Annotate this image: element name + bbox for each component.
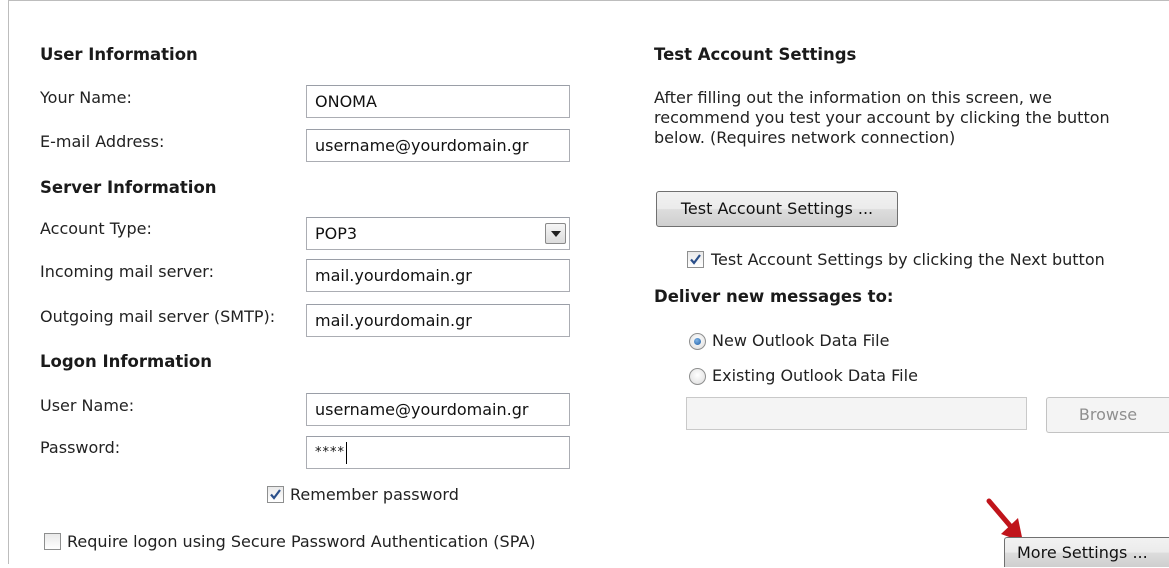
incoming-mail-server-label: Incoming mail server:: [40, 262, 214, 281]
incoming-mail-server-input[interactable]: mail.yourdomain.gr: [306, 259, 570, 292]
account-type-value: POP3: [315, 224, 358, 243]
checkmark-icon: [270, 489, 281, 500]
radio-selected-dot: [694, 338, 701, 345]
test-by-next-label: Test Account Settings by clicking the Ne…: [711, 250, 1105, 269]
logon-information-heading: Logon Information: [40, 352, 212, 371]
test-account-settings-heading: Test Account Settings: [654, 45, 857, 64]
data-file-path-input[interactable]: [686, 397, 1027, 430]
account-type-label: Account Type:: [40, 219, 152, 238]
remember-password-label: Remember password: [290, 485, 459, 504]
spa-checkbox[interactable]: [44, 533, 61, 550]
user-name-input[interactable]: username@yourdomain.gr: [306, 393, 570, 426]
existing-data-file-label: Existing Outlook Data File: [712, 366, 918, 385]
your-name-input[interactable]: ONOMA: [306, 85, 570, 118]
new-data-file-label: New Outlook Data File: [712, 331, 890, 350]
text-caret: [346, 441, 347, 464]
account-type-select[interactable]: POP3: [306, 217, 570, 250]
password-label: Password:: [40, 438, 121, 457]
your-name-label: Your Name:: [40, 88, 132, 107]
deliver-messages-heading: Deliver new messages to:: [654, 287, 894, 306]
remember-password-checkbox[interactable]: [267, 486, 284, 503]
dropdown-arrow-button[interactable]: [545, 223, 566, 244]
user-information-heading: User Information: [40, 45, 198, 64]
email-address-input[interactable]: username@yourdomain.gr: [306, 129, 570, 162]
description-line: below. (Requires network connection): [654, 128, 956, 147]
test-settings-description: After filling out the information on thi…: [654, 88, 1110, 148]
more-settings-button[interactable]: More Settings ...: [1004, 537, 1169, 567]
chevron-down-icon: [551, 231, 561, 237]
email-address-label: E-mail Address:: [40, 132, 165, 151]
checkmark-icon: [690, 254, 701, 265]
user-name-label: User Name:: [40, 396, 135, 415]
description-line: recommend you test your account by click…: [654, 108, 1110, 127]
server-information-heading: Server Information: [40, 178, 217, 197]
existing-data-file-radio[interactable]: [689, 368, 706, 385]
outgoing-mail-server-label: Outgoing mail server (SMTP):: [40, 307, 276, 326]
description-line: After filling out the information on thi…: [654, 88, 1052, 107]
password-input[interactable]: ****: [306, 436, 570, 469]
browse-button[interactable]: Browse: [1046, 397, 1169, 433]
test-by-next-checkbox[interactable]: [687, 251, 704, 268]
new-data-file-radio[interactable]: [689, 333, 706, 350]
spa-label: Require logon using Secure Password Auth…: [67, 532, 536, 551]
outgoing-mail-server-input[interactable]: mail.yourdomain.gr: [306, 304, 570, 337]
test-account-settings-button[interactable]: Test Account Settings ...: [656, 191, 898, 227]
account-settings-panel: [8, 0, 1169, 564]
password-mask: ****: [315, 445, 345, 460]
